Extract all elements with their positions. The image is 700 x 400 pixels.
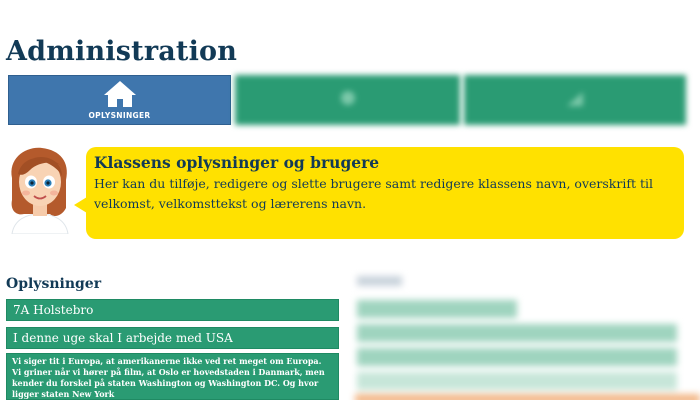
users-panel-blurred (355, 272, 700, 400)
tab-blurred-3[interactable] (464, 75, 686, 125)
tab-label: OPLYSNINGER (88, 111, 151, 120)
tab-bar: OPLYSNINGER (8, 75, 686, 125)
info-title: Klassens oplysninger og brugere (94, 153, 380, 172)
welcome-text-field[interactable]: Vi siger tit i Europa, at amerikanerne i… (6, 353, 339, 400)
blurred-button (355, 394, 700, 400)
info-bubble: Klassens oplysninger og brugere Her kan … (74, 147, 684, 239)
blurred-icon (336, 86, 360, 114)
blurred-row (357, 348, 677, 366)
tab-oplysninger[interactable]: OPLYSNINGER (8, 75, 231, 125)
blurred-row (357, 372, 677, 390)
blurred-row (357, 300, 517, 318)
headline-field[interactable]: I denne uge skal I arbejde med USA (6, 327, 339, 349)
section-title-oplysninger: Oplysninger (6, 276, 102, 292)
info-text: Her kan du tilføje, redigere og slette b… (94, 176, 653, 211)
assistant-avatar (4, 144, 78, 235)
home-icon (103, 80, 137, 108)
tab-blurred-2[interactable] (235, 75, 460, 125)
page-title: Administration (6, 36, 238, 67)
blurred-row (357, 324, 677, 342)
class-name-field[interactable]: 7A Holstebro (6, 299, 339, 321)
blurred-icon (563, 86, 587, 114)
blurred-heading (357, 276, 402, 286)
